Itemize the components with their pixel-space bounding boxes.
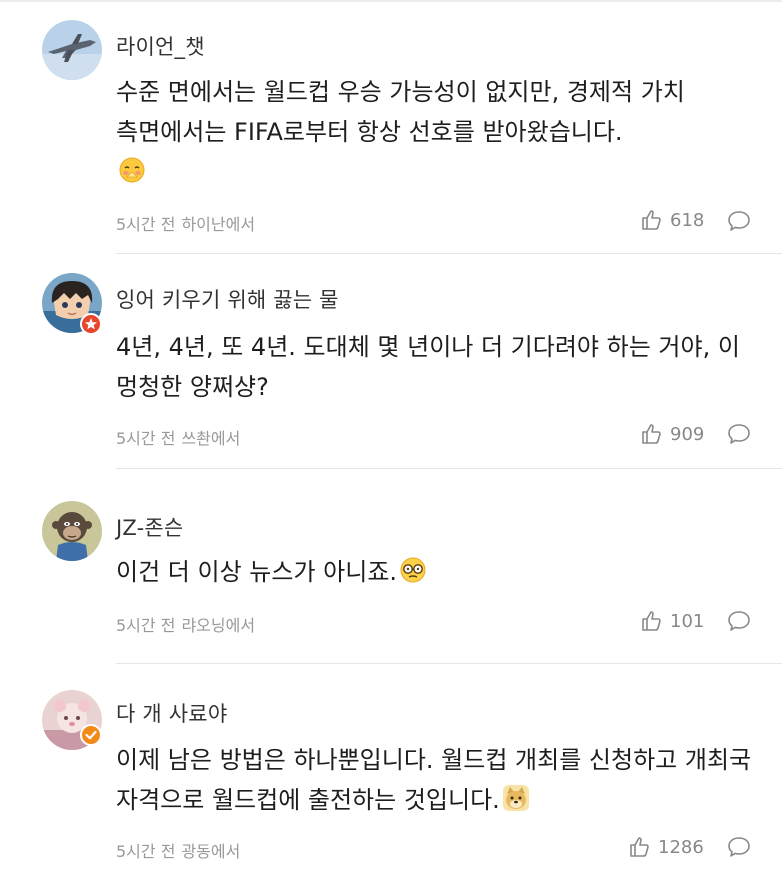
comment-time: 5시간 전 [116,616,176,635]
thumbs-up-icon [642,424,661,444]
divider [116,253,782,254]
verified-badge-icon [80,724,102,746]
like-button[interactable]: 618 [640,208,704,232]
comment-location: 쓰촨에서 [181,429,241,448]
reply-button[interactable] [726,421,752,447]
comment-meta: 5시간 전 랴오닝에서 [116,612,261,636]
like-button[interactable]: 909 [640,422,704,446]
like-button[interactable]: 1286 [628,835,704,859]
comment-bubble-icon [728,611,750,631]
like-button[interactable]: 101 [640,609,704,633]
comment-meta: 5시간 전 광동에서 [116,838,246,862]
username[interactable]: 잉어 키우기 위해 끓는 물 [116,284,339,314]
username[interactable]: JZ-존슨 [116,512,183,542]
thumbs-up-icon [630,837,649,857]
comment-bubble-icon [728,211,750,231]
comment-time: 5시간 전 [116,429,176,448]
comment-feed: 라이언_챗 수준 면에서는 월드컵 우승 가능성이 없지만, 경제적 가치 측면… [0,0,782,875]
reply-button[interactable] [726,208,752,234]
comment-text-content: 이제 남은 방법은 하나뿐입니다. 월드컵 개최를 신청하고 개최국 자격으로 … [116,746,752,814]
comment-time: 5시간 전 [116,842,176,861]
comment-bubble-icon [728,837,750,857]
like-count: 1286 [658,836,704,858]
like-count: 909 [670,423,705,445]
divider [116,663,782,664]
comment-text-content: 수준 면에서는 월드컵 우승 가능성이 없지만, 경제적 가치 측면에서는 FI… [116,78,685,146]
avatar[interactable] [42,20,102,80]
reply-button[interactable] [726,834,752,860]
comment-text: 이제 남은 방법은 하나뿐입니다. 월드컵 개최를 신청하고 개최국 자격으로 … [116,740,756,820]
comment-text: 이건 더 이상 뉴스가 아니죠. [116,552,756,592]
comment-text-content: 이건 더 이상 뉴스가 아니죠. [116,558,398,586]
shy-face-emoji-icon [118,156,146,184]
comment-meta: 5시간 전 하이난에서 [116,211,261,235]
comment-time: 5시간 전 [116,215,176,234]
avatar[interactable] [42,501,102,561]
reply-button[interactable] [726,608,752,634]
ape-icon [42,501,102,561]
thumbs-up-icon [642,210,661,230]
comment-meta: 5시간 전 쓰촨에서 [116,425,246,449]
jet-plane-icon [42,20,102,80]
like-count: 101 [670,610,705,632]
like-count: 618 [670,209,705,231]
comment-text: 수준 면에서는 월드컵 우승 가능성이 없지만, 경제적 가치 측면에서는 FI… [116,72,756,192]
comment-bubble-icon [728,424,750,444]
username[interactable]: 다 개 사료야 [116,698,227,728]
username[interactable]: 라이언_챗 [116,31,205,61]
comment-location: 하이난에서 [181,215,256,234]
glasses-face-emoji-icon [399,556,427,584]
divider [116,468,782,469]
star-badge-icon [80,313,102,335]
comment-location: 랴오닝에서 [181,616,256,635]
comment-text: 4년, 4년, 또 4년. 도대체 몇 년이나 더 기다려야 하는 거야, 이 … [116,333,740,401]
comment-location: 광동에서 [181,842,241,861]
thumbs-up-icon [642,611,661,631]
doge-emoji-icon [502,784,530,812]
